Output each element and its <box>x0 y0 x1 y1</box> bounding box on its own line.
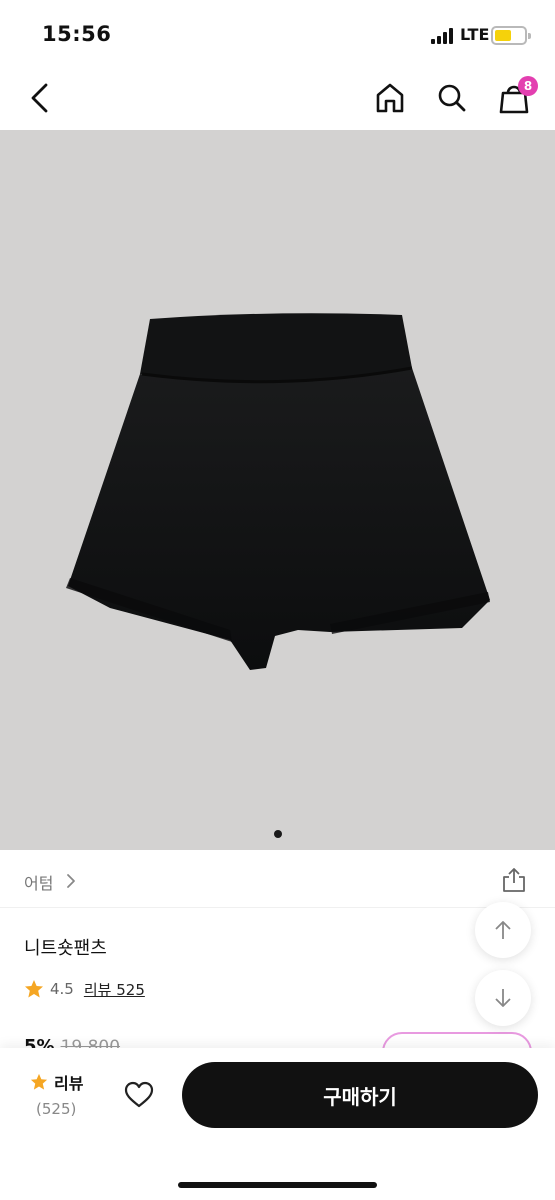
search-icon <box>438 84 466 112</box>
network-label: LTE <box>460 25 490 44</box>
arrow-down-icon <box>495 989 511 1007</box>
review-link[interactable]: 리뷰 525 <box>84 979 145 1000</box>
signal-icon <box>431 28 455 44</box>
product-image[interactable] <box>0 130 555 850</box>
home-button[interactable] <box>368 76 412 120</box>
rating-score: 4.5 <box>50 980 74 998</box>
carousel-dot-active[interactable] <box>273 830 282 838</box>
scroll-top-button[interactable] <box>475 902 531 958</box>
brand-row: 어텀 <box>0 852 555 908</box>
product-title: 니트숏팬츠 <box>24 938 107 959</box>
chevron-right-icon <box>67 874 75 888</box>
cart-button[interactable]: 8 <box>492 76 538 120</box>
heart-icon <box>124 1081 154 1108</box>
arrow-up-icon <box>495 921 511 939</box>
share-icon <box>503 868 525 892</box>
chevron-left-icon <box>31 83 48 113</box>
buy-button[interactable]: 구매하기 <box>182 1062 538 1128</box>
scroll-down-button[interactable] <box>475 970 531 1026</box>
home-icon <box>376 83 404 113</box>
star-icon <box>25 980 43 998</box>
rating-row: 4.5 리뷰 525 <box>24 978 145 1000</box>
bottom-review-label: 리뷰 <box>54 1074 84 1093</box>
battery-icon <box>491 26 531 45</box>
search-button[interactable] <box>430 76 474 120</box>
nav-bar: 8 <box>0 66 555 130</box>
bottom-review-count: (525) <box>36 1100 77 1118</box>
knit-shorts-image <box>66 313 490 670</box>
bottom-review[interactable]: 리뷰 <box>30 1070 83 1094</box>
bottom-action-bar: 리뷰 (525) 구매하기 <box>0 1048 555 1200</box>
home-indicator <box>178 1182 377 1188</box>
cart-count-badge: 8 <box>518 76 538 96</box>
back-button[interactable] <box>18 76 62 120</box>
status-bar: 15:56 LTE <box>0 0 555 66</box>
like-button[interactable] <box>124 1080 154 1110</box>
brand-link[interactable]: 어텀 <box>24 870 53 894</box>
share-button[interactable] <box>500 866 528 894</box>
status-time: 15:56 <box>42 22 112 46</box>
star-icon <box>30 1073 48 1090</box>
carousel-dots <box>0 830 555 838</box>
